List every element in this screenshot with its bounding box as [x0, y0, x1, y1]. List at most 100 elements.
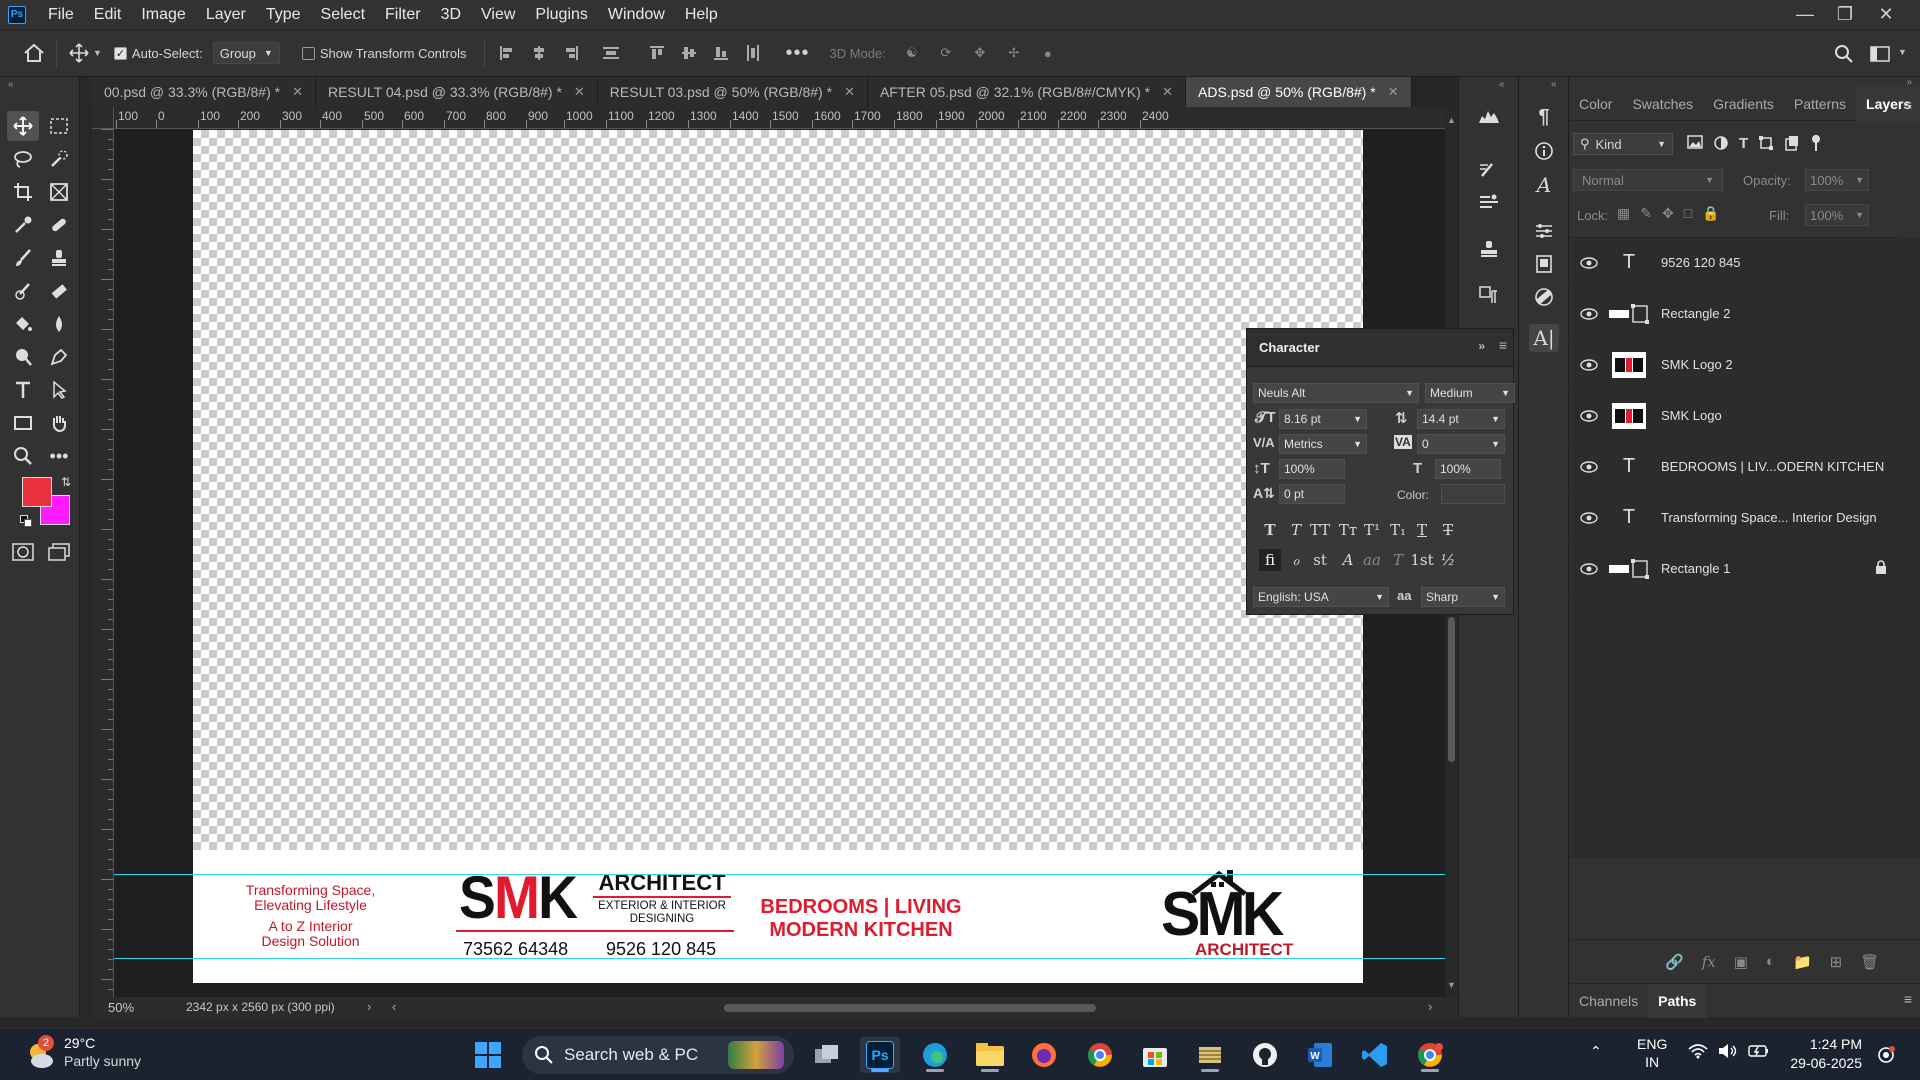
opentype-button[interactable]: aa: [1361, 549, 1383, 571]
opacity-field[interactable]: 100% ▼: [1805, 169, 1869, 191]
lock-artboard-icon[interactable]: □: [1684, 205, 1692, 222]
vscode-icon[interactable]: [1355, 1037, 1395, 1073]
search-icon[interactable]: [1830, 40, 1858, 68]
layer-row[interactable]: SMK Logo 2: [1569, 340, 1899, 390]
image-filter-icon[interactable]: [1687, 135, 1703, 154]
text-style-button[interactable]: T: [1285, 519, 1307, 541]
opentype-button[interactable]: 1st: [1410, 549, 1433, 571]
status-menu-chevron-icon[interactable]: ›: [367, 999, 371, 1014]
3d-roll-icon[interactable]: ⟳: [932, 39, 960, 67]
tab-paths[interactable]: Paths: [1648, 983, 1707, 1018]
visibility-eye-icon[interactable]: [1569, 307, 1609, 320]
scrollbar-thumb[interactable]: [1448, 617, 1455, 762]
foreground-color-swatch[interactable]: [22, 477, 52, 507]
eyedropper-tool-icon[interactable]: [7, 210, 39, 240]
show-hidden-icons-icon[interactable]: ⌃: [1590, 1043, 1602, 1060]
weather-icon[interactable]: 2: [24, 1035, 56, 1071]
fx-icon[interactable]: fx: [1702, 953, 1716, 971]
layer-row[interactable]: Rectangle 2: [1569, 289, 1899, 339]
layer-row[interactable]: SMK Logo: [1569, 391, 1899, 441]
restore-icon[interactable]: ❐: [1825, 0, 1865, 29]
lock-all-icon[interactable]: 🔒: [1702, 205, 1719, 222]
brush-presets-icon[interactable]: [1474, 188, 1504, 216]
paragraph-styles-icon[interactable]: [1474, 281, 1504, 309]
baseline-shift-field[interactable]: 0 pt: [1279, 484, 1345, 504]
menu-3d[interactable]: 3D: [431, 6, 471, 24]
visibility-eye-icon[interactable]: [1569, 562, 1609, 575]
close-tab-icon[interactable]: ✕: [1162, 84, 1173, 100]
tab-color[interactable]: Color: [1569, 87, 1622, 121]
chrome-profile-icon[interactable]: [1410, 1037, 1450, 1073]
menu-window[interactable]: Window: [598, 6, 675, 24]
quick-select-tool-icon[interactable]: [43, 144, 75, 174]
menu-help[interactable]: Help: [675, 6, 728, 24]
minimize-icon[interactable]: —: [1785, 0, 1825, 29]
align-bottom-icon[interactable]: [707, 39, 735, 67]
collapse-icon[interactable]: «: [1499, 79, 1505, 90]
document-tab[interactable]: 00.psd @ 33.3% (RGB/8#) * ✕: [92, 77, 316, 107]
screen-mode-icon[interactable]: [43, 537, 75, 567]
close-tab-icon[interactable]: ✕: [574, 84, 585, 100]
new-layer-icon[interactable]: ⊞: [1830, 953, 1843, 971]
adjustments-icon[interactable]: [1529, 217, 1559, 245]
text-style-button[interactable]: T: [1259, 519, 1281, 541]
visibility-eye-icon[interactable]: [1569, 358, 1609, 371]
fill-field[interactable]: 100% ▼: [1805, 204, 1869, 226]
zoom-level[interactable]: 50%: [108, 1000, 134, 1015]
layer-filter-select[interactable]: ⚲ Kind ▼: [1573, 133, 1673, 155]
text-color-swatch[interactable]: [1441, 484, 1505, 504]
zoom-tool-icon[interactable]: [7, 441, 39, 471]
glyphs-icon[interactable]: A: [1529, 171, 1559, 199]
add-mask-icon[interactable]: ▣: [1734, 953, 1748, 971]
crop-tool-icon[interactable]: [7, 177, 39, 207]
pen-tool-icon[interactable]: [43, 342, 75, 372]
collapse-icon[interactable]: «: [1551, 79, 1557, 90]
menu-image[interactable]: Image: [131, 6, 195, 24]
dodge-tool-icon[interactable]: [7, 342, 39, 372]
more-options-icon[interactable]: •••: [783, 39, 811, 67]
tab-swatches[interactable]: Swatches: [1622, 87, 1703, 121]
auto-select-checkbox[interactable]: ✓: [113, 46, 127, 60]
path-selection-tool-icon[interactable]: [43, 375, 75, 405]
adjustment-filter-icon[interactable]: [1713, 135, 1729, 154]
histogram-icon[interactable]: [1474, 102, 1504, 130]
layer-row[interactable]: Rectangle 1: [1569, 544, 1899, 594]
marquee-tool-icon[interactable]: [43, 111, 75, 141]
menu-view[interactable]: View: [471, 6, 525, 24]
antialias-select[interactable]: Sharp ▼: [1421, 587, 1505, 607]
font-style-select[interactable]: Medium ▼: [1425, 383, 1515, 403]
font-size-field[interactable]: 8.16 pt ▼: [1279, 409, 1367, 429]
brush-tool-icon[interactable]: [7, 243, 39, 273]
ad-banner[interactable]: Transforming Space, Elevating Lifestyle …: [193, 850, 1363, 983]
layer-row[interactable]: T BEDROOMS | LIV...ODERN KITCHEN: [1569, 442, 1899, 492]
app-icon[interactable]: [1190, 1037, 1230, 1073]
clock[interactable]: 1:24 PM 29-06-2025: [1782, 1035, 1862, 1073]
language-select[interactable]: English: USA ▼: [1253, 587, 1389, 607]
close-tab-icon[interactable]: ✕: [1388, 84, 1399, 100]
visibility-eye-icon[interactable]: [1569, 460, 1609, 473]
store-icon[interactable]: [1135, 1037, 1175, 1073]
edge-icon[interactable]: [915, 1037, 955, 1073]
guide-line[interactable]: [114, 958, 1445, 959]
vertical-scale-field[interactable]: 100%: [1279, 459, 1345, 479]
panel-menu-icon[interactable]: ≡: [1904, 991, 1912, 1007]
document-tab[interactable]: AFTER 05.psd @ 32.1% (RGB/8#/CMYK) * ✕: [867, 77, 1187, 107]
layer-row[interactable]: T 9526 120 845: [1569, 238, 1899, 288]
new-group-icon[interactable]: 📁: [1793, 953, 1812, 971]
blur-tool-icon[interactable]: [43, 309, 75, 339]
collapse-panel-icon[interactable]: »: [1478, 339, 1485, 353]
workspace-icon[interactable]: [1866, 40, 1894, 68]
firefox-icon[interactable]: [1024, 1037, 1064, 1073]
swap-colors-icon[interactable]: ⇅: [61, 475, 71, 489]
filter-toggle-icon[interactable]: [1810, 135, 1822, 154]
visibility-eye-icon[interactable]: [1569, 256, 1609, 269]
github-icon[interactable]: [1245, 1037, 1285, 1073]
close-tab-icon[interactable]: ✕: [844, 84, 855, 100]
photoshop-taskbar-icon[interactable]: Ps: [860, 1037, 900, 1073]
close-window-icon[interactable]: ✕: [1866, 0, 1906, 29]
align-right-icon[interactable]: [557, 39, 585, 67]
eraser-tool-icon[interactable]: [43, 276, 75, 306]
healing-brush-tool-icon[interactable]: [43, 210, 75, 240]
text-style-button[interactable]: T¹: [1361, 519, 1383, 541]
horizontal-scrollbar-thumb[interactable]: [724, 1004, 1096, 1012]
